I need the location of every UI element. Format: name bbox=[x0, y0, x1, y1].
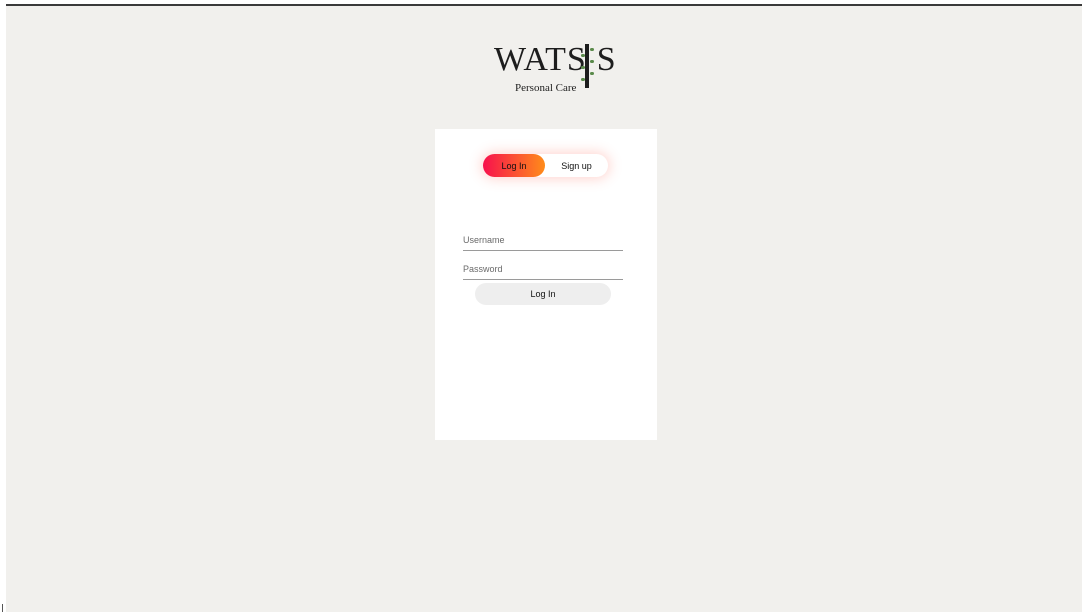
logo-leaf-icon bbox=[590, 60, 594, 63]
brand-wordmark-right: S bbox=[596, 41, 617, 78]
brand-wordmark: WATS S bbox=[494, 40, 617, 80]
tab-login[interactable]: Log In bbox=[483, 154, 545, 177]
logo-leaf-icon bbox=[590, 72, 594, 75]
brand-wordmark-left: WATS bbox=[494, 41, 587, 78]
logo-leaf-icon bbox=[581, 54, 585, 57]
logo-leaf-icon bbox=[590, 48, 594, 51]
password-input[interactable] bbox=[463, 259, 623, 280]
login-submit-button[interactable]: Log In bbox=[475, 283, 611, 305]
corner-mark bbox=[2, 604, 3, 612]
auth-toggle: Log In Sign up bbox=[483, 154, 608, 177]
username-input[interactable] bbox=[463, 230, 623, 251]
tab-signup[interactable]: Sign up bbox=[545, 154, 608, 177]
page-viewport: WATSS Personal Care Log In Sign up Log I… bbox=[6, 6, 1082, 612]
logo-pillar-icon bbox=[585, 44, 589, 88]
login-card: Log In Sign up Log In bbox=[435, 129, 657, 440]
logo-leaf-icon bbox=[581, 78, 585, 81]
logo-leaf-icon bbox=[581, 66, 585, 69]
brand-logo: WATS S Personal Care bbox=[494, 40, 617, 104]
brand-tagline: Personal Care bbox=[515, 82, 577, 94]
